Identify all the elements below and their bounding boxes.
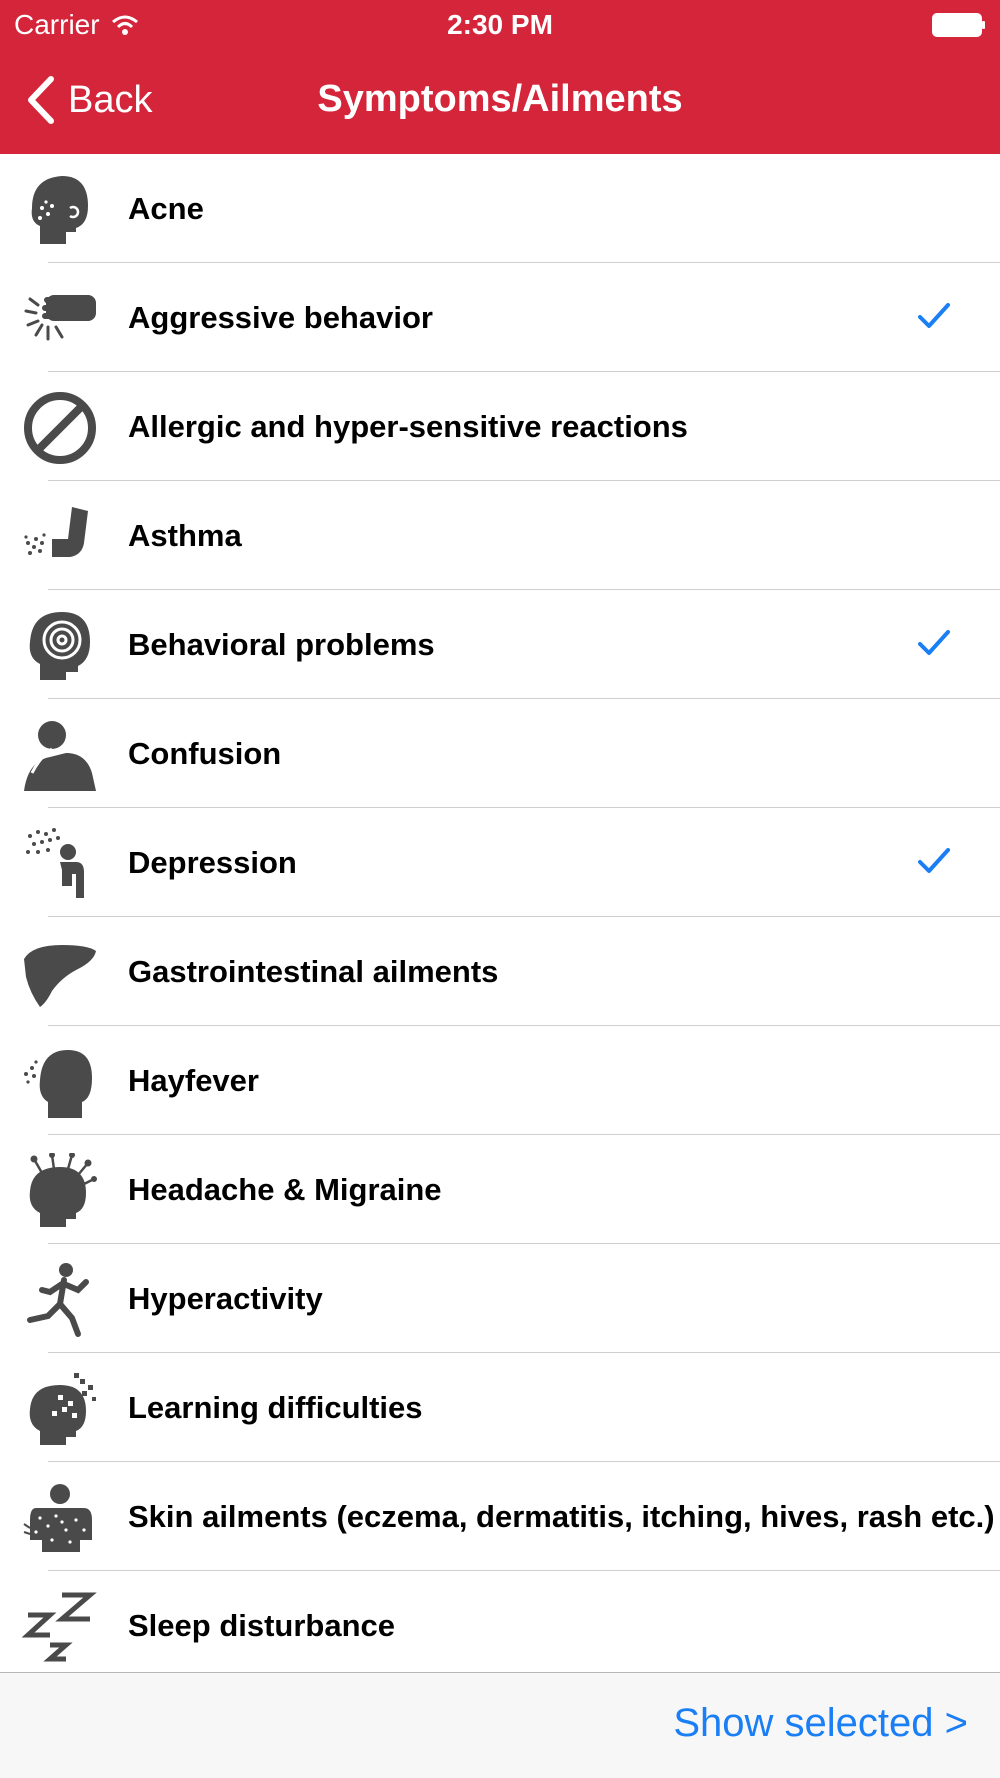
battery-icon [932,13,985,37]
item-label: Hayfever [128,1062,259,1098]
list-item[interactable]: Behavioral problems [0,590,1000,699]
list-item[interactable]: Hyperactivity [0,1244,1000,1353]
item-label: Allergic and hyper-sensitive reactions [128,408,688,444]
checkmark-icon [918,848,950,873]
list-item[interactable]: Gastrointestinal ailments [0,917,1000,1026]
thinking-person-icon [24,721,96,791]
list-item[interactable]: Asthma [0,481,1000,590]
fist-icon [24,295,96,341]
sneeze-head-icon [24,1050,92,1118]
page-title: Symptoms/Ailments [317,78,683,120]
status-bar: Carrier 2:30 PM [0,0,1000,50]
item-label: Hyperactivity [128,1280,323,1316]
item-label: Asthma [128,517,242,553]
item-label: Behavioral problems [128,626,435,662]
list-item[interactable]: Headache & Migraine [0,1135,1000,1244]
list-item[interactable]: Skin ailments (eczema, dermatitis, itchi… [0,1462,1000,1571]
show-selected-button[interactable]: Show selected > [673,1701,968,1746]
spiral-head-icon [29,612,90,680]
status-time: 2:30 PM [447,9,553,40]
item-label: Skin ailments (eczema, dermatitis, itchi… [128,1498,995,1534]
item-label: Learning difficulties [128,1389,423,1425]
item-label: Acne [128,190,204,226]
list-item[interactable]: Aggressive behavior [0,263,1000,372]
item-label: Gastrointestinal ailments [128,953,499,989]
list-item[interactable]: Allergic and hyper-sensitive reactions [0,372,1000,481]
list-item[interactable]: Acne [0,154,1000,263]
item-label: Aggressive behavior [128,299,433,335]
item-label: Confusion [128,735,282,771]
checkmark-icon [918,303,950,328]
pixel-head-icon [29,1373,96,1445]
list-item[interactable]: Sleep disturbance [0,1571,1000,1680]
header: Carrier 2:30 PM Back Symptoms/Ailments [0,0,1000,154]
bottom-toolbar: Show selected > [0,1672,1000,1778]
item-label: Sleep disturbance [128,1607,396,1643]
pins-head-icon [29,1153,97,1227]
checkmark-icon [918,630,950,655]
navigation-bar: Back Symptoms/Ailments [0,50,1000,154]
prohibited-icon [24,392,96,464]
inhaler-icon [24,507,88,557]
acne-icon [31,176,88,244]
symptom-list: Acne Aggressive behavior Allergic and hy… [0,154,1000,1680]
list-item[interactable]: Hayfever [0,1026,1000,1135]
list-item[interactable]: Learning difficulties [0,1353,1000,1462]
zzz-icon [22,1592,97,1662]
runner-icon [27,1263,89,1337]
list-item[interactable]: Depression [0,808,1000,917]
rain-person-icon [26,828,84,898]
skin-rash-icon [23,1484,92,1552]
list-item[interactable]: Confusion [0,699,1000,808]
item-label: Headache & Migraine [128,1171,442,1207]
item-label: Depression [128,844,297,880]
liver-icon [24,945,96,1007]
